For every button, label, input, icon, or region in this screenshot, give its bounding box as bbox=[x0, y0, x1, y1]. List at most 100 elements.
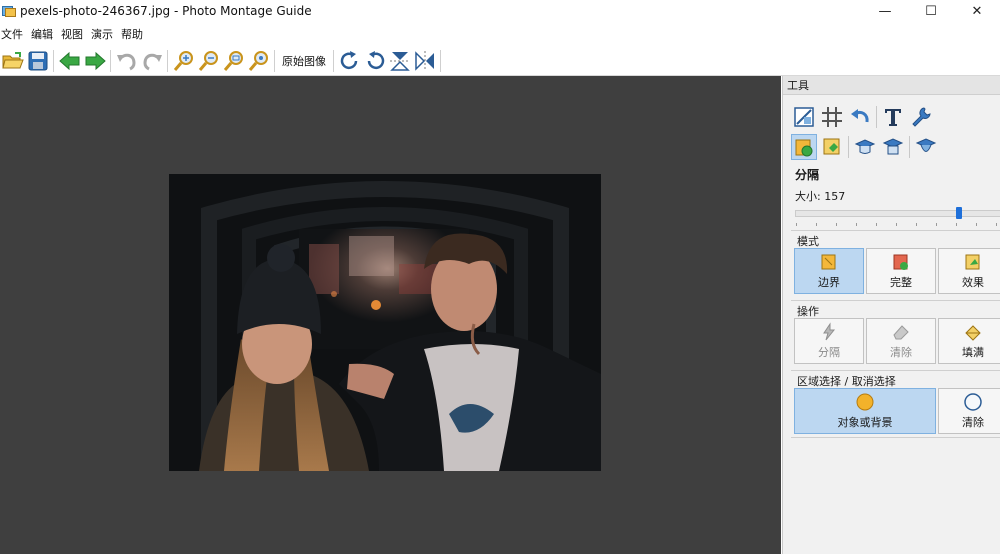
slider-tick bbox=[956, 223, 957, 226]
slider-track bbox=[795, 210, 1000, 217]
save-icon[interactable] bbox=[25, 48, 50, 74]
menu-file[interactable]: 文件 bbox=[0, 26, 27, 42]
select-object-label: 对象或背景 bbox=[837, 416, 893, 429]
operation-clear-label: 清除 bbox=[890, 346, 912, 359]
toolbar-separator bbox=[167, 49, 168, 72]
toolbar: 原始图像 bbox=[0, 46, 1000, 76]
mode-border-button[interactable]: 边界 bbox=[794, 248, 864, 294]
full-mode-icon bbox=[893, 254, 908, 270]
undo-icon[interactable] bbox=[114, 48, 139, 74]
selection-clear-label: 清除 bbox=[962, 416, 984, 429]
panel-header: 工具 bbox=[783, 76, 1000, 95]
crop-icon[interactable] bbox=[791, 104, 817, 130]
size-label: 大小: 157 bbox=[795, 190, 846, 203]
open-icon[interactable] bbox=[0, 48, 25, 74]
menu-view[interactable]: 视图 bbox=[57, 26, 87, 42]
hat-tool-1-icon[interactable] bbox=[852, 134, 878, 160]
slider-tick bbox=[816, 223, 817, 226]
slider-tick bbox=[996, 223, 997, 226]
operation-label: 操作 bbox=[797, 305, 819, 318]
app-icon bbox=[2, 4, 16, 18]
hat-tool-3-icon[interactable] bbox=[913, 134, 939, 160]
select-object-button[interactable]: 对象或背景 bbox=[794, 388, 936, 434]
flip-vertical-icon[interactable] bbox=[387, 48, 412, 74]
minimize-button[interactable]: — bbox=[862, 0, 908, 22]
image-canvas[interactable] bbox=[0, 76, 781, 554]
selection-label: 区域选择 / 取消选择 bbox=[797, 375, 896, 388]
operation-clear-button[interactable]: 清除 bbox=[866, 318, 936, 364]
separate-tool-icon[interactable] bbox=[791, 134, 817, 160]
border-mode-icon bbox=[821, 254, 836, 270]
title-bar: pexels-photo-246367.jpg - Photo Montage … bbox=[0, 0, 1000, 22]
redo-icon[interactable] bbox=[139, 48, 164, 74]
toolbar-separator bbox=[110, 49, 111, 72]
layer-tool-icon[interactable] bbox=[819, 134, 845, 160]
slider-tick bbox=[856, 223, 857, 226]
wrench-icon[interactable] bbox=[908, 104, 934, 130]
flip-horizontal-icon[interactable] bbox=[412, 48, 437, 74]
tools-separator bbox=[876, 106, 877, 128]
operation-separate-button[interactable]: 分隔 bbox=[794, 318, 864, 364]
orange-circle-icon bbox=[856, 393, 874, 411]
toolbar-separator bbox=[274, 49, 275, 72]
toolbar-separator bbox=[53, 49, 54, 72]
mode-label: 模式 bbox=[797, 235, 819, 248]
slider-tick bbox=[796, 223, 797, 226]
selection-group: 区域选择 / 取消选择 对象或背景 清除 bbox=[791, 370, 1000, 438]
operation-separate-label: 分隔 bbox=[818, 346, 840, 359]
effect-mode-icon bbox=[965, 254, 980, 270]
selection-clear-button[interactable]: 清除 bbox=[938, 388, 1000, 434]
menu-demo[interactable]: 演示 bbox=[87, 26, 117, 42]
fill-bucket-icon bbox=[965, 325, 981, 341]
slider-tick bbox=[836, 223, 837, 226]
eraser-icon bbox=[893, 325, 909, 340]
maximize-button[interactable]: ☐ bbox=[908, 0, 954, 22]
menu-edit[interactable]: 编辑 bbox=[27, 26, 57, 42]
empty-circle-icon bbox=[964, 393, 982, 411]
mode-full-button[interactable]: 完整 bbox=[866, 248, 936, 294]
size-slider[interactable] bbox=[795, 207, 1000, 229]
slider-tick bbox=[976, 223, 977, 226]
original-image-button[interactable]: 原始图像 bbox=[278, 48, 330, 74]
close-button[interactable]: ✕ bbox=[954, 0, 1000, 22]
mode-full-label: 完整 bbox=[890, 276, 912, 289]
window-title: pexels-photo-246367.jpg - Photo Montage … bbox=[20, 4, 312, 18]
menu-bar: 文件 编辑 视图 演示 帮助 bbox=[0, 24, 147, 44]
menu-help[interactable]: 帮助 bbox=[117, 26, 147, 42]
forward-arrow-icon[interactable] bbox=[82, 48, 107, 74]
mode-group: 模式 边界 完整 效果 bbox=[791, 230, 1000, 300]
hat-tool-2-icon[interactable] bbox=[880, 134, 906, 160]
toolbar-separator bbox=[440, 49, 441, 72]
back-arrow-icon[interactable] bbox=[57, 48, 82, 74]
tools-row-1 bbox=[791, 104, 936, 130]
rotate-right-icon[interactable] bbox=[337, 48, 362, 74]
operation-group: 操作 分隔 清除 填满 bbox=[791, 300, 1000, 370]
toolbar-separator bbox=[333, 49, 334, 72]
tools-separator bbox=[909, 136, 910, 158]
slider-tick bbox=[916, 223, 917, 226]
lightning-icon bbox=[823, 322, 836, 341]
zoom-actual-icon[interactable] bbox=[246, 48, 271, 74]
zoom-out-icon[interactable] bbox=[196, 48, 221, 74]
grid-icon[interactable] bbox=[819, 104, 845, 130]
slider-tick bbox=[896, 223, 897, 226]
tools-separator bbox=[848, 136, 849, 158]
undo-arrow-icon[interactable] bbox=[847, 104, 873, 130]
tools-row-2 bbox=[791, 134, 941, 160]
photo[interactable] bbox=[169, 174, 601, 471]
operation-fill-label: 填满 bbox=[962, 346, 984, 359]
rotate-left-icon[interactable] bbox=[362, 48, 387, 74]
text-tool-icon[interactable] bbox=[880, 104, 906, 130]
mode-border-label: 边界 bbox=[818, 276, 840, 289]
slider-tick bbox=[936, 223, 937, 226]
zoom-in-icon[interactable] bbox=[171, 48, 196, 74]
mode-effect-label: 效果 bbox=[962, 276, 984, 289]
zoom-fit-icon[interactable] bbox=[221, 48, 246, 74]
window-controls: — ☐ ✕ bbox=[862, 0, 1000, 22]
operation-fill-button[interactable]: 填满 bbox=[938, 318, 1000, 364]
tools-panel: 工具 分隔 大小: 157 模式 边界 完整 效果 操作 分隔 清除 填满 区域… bbox=[782, 76, 1000, 554]
mode-effect-button[interactable]: 效果 bbox=[938, 248, 1000, 294]
section-title: 分隔 bbox=[795, 168, 820, 182]
slider-thumb[interactable] bbox=[956, 207, 962, 219]
slider-tick bbox=[876, 223, 877, 226]
